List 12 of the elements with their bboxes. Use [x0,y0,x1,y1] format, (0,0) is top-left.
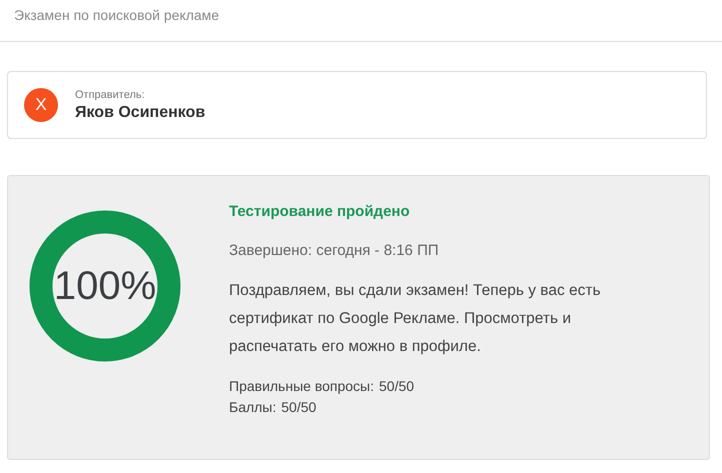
stat-label: Правильные вопросы: [229,378,374,394]
stat-label: Баллы: [229,399,276,415]
sender-avatar: X [24,88,58,122]
stat-value: 50/50 [379,378,414,394]
status-text: Тестирование пройдено [229,203,411,220]
message-text: Поздравляем, вы сдали экзамен! Теперь у вас есть сертификат по Google Рекламе. Просмотреть и распечатать его можно в профиле. [229,281,602,357]
completed-time: Завершено: сегодня - 8:16 ПП [229,242,440,259]
sender-name: Яков Осипенков [75,104,206,122]
score-percent: 100% [54,264,156,308]
stat-value: 50/50 [281,399,316,415]
page-title: Экзамен по поисковой рекламе [14,7,220,23]
sender-label: Отправитель: [75,88,146,100]
